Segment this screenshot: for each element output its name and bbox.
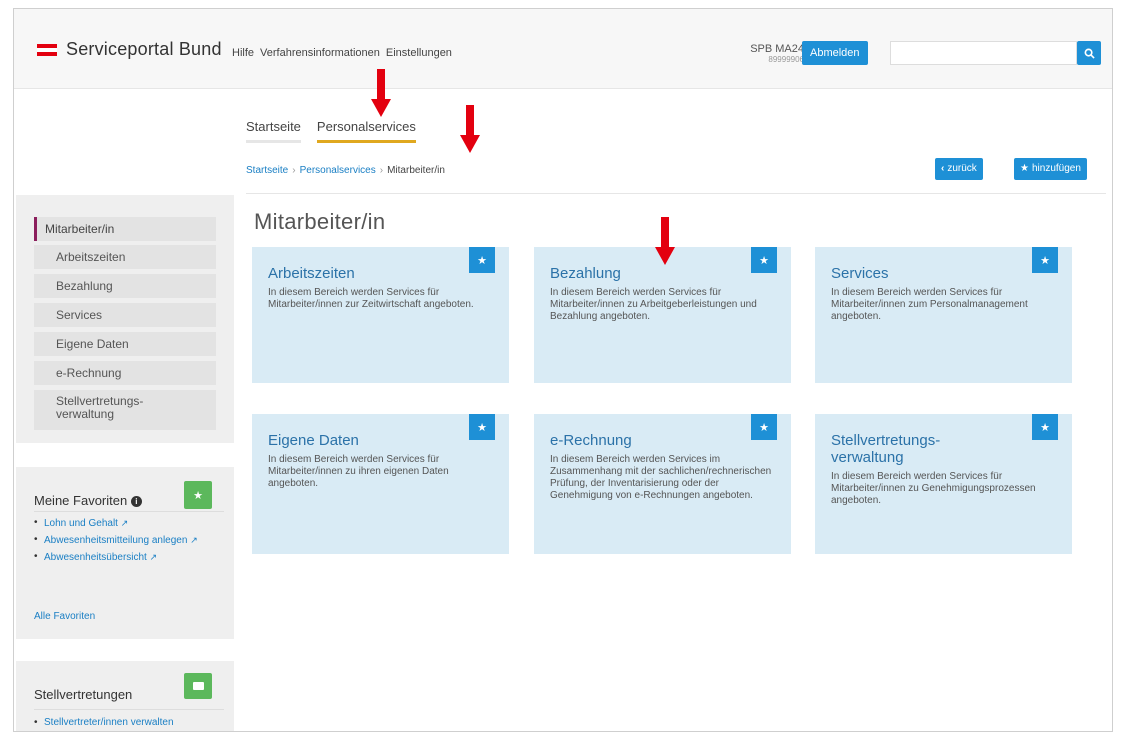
card-favorite-button[interactable]: ★ — [469, 414, 495, 440]
favorite-item[interactable]: Abwesenheitsmitteilung anlegen ↗ — [34, 534, 224, 547]
user-name: SPB MA24 — [750, 43, 804, 55]
card-e-rechnung[interactable]: ★ e-Rechnung In diesem Bereich werden Se… — [534, 414, 791, 554]
star-icon: ★ — [1020, 163, 1029, 174]
breadcrumb-personalservices[interactable]: Personalservices — [300, 165, 376, 176]
sidebar-item-e-rechnung[interactable]: e-Rechnung — [34, 361, 216, 385]
add-label: hinzufügen — [1031, 163, 1081, 174]
user-info: SPB MA24 89999906 — [726, 43, 804, 64]
nav-procedure-info[interactable]: Verfahrensinformationen — [260, 47, 380, 59]
breadcrumb-separator-icon: › — [292, 165, 296, 176]
star-icon: ★ — [477, 421, 487, 434]
card-favorite-button[interactable]: ★ — [751, 414, 777, 440]
favorites-panel: Meine Favoriten i ★ Lohn und Gehalt ↗ Ab… — [16, 467, 234, 639]
card-description: In diesem Bereich werden Services für Mi… — [268, 287, 474, 310]
card-description: In diesem Bereich werden Services im Zus… — [550, 454, 772, 501]
divider — [246, 193, 1106, 194]
back-button[interactable]: ‹ zurück — [935, 158, 983, 180]
favorites-title: Meine Favoriten i — [34, 493, 142, 508]
star-icon: ★ — [477, 254, 487, 267]
all-favorites-link[interactable]: Alle Favoriten — [34, 611, 95, 622]
star-icon: ★ — [759, 421, 769, 434]
card-description: In diesem Bereich werden Services für Mi… — [550, 287, 757, 322]
external-link-icon: ↗ — [149, 552, 158, 562]
star-icon: ★ — [759, 254, 769, 267]
favorites-list: Lohn und Gehalt ↗ Abwesenheitsmitteilung… — [34, 517, 224, 568]
favorite-item-label: Lohn und Gehalt — [44, 518, 118, 529]
tab-personalservices[interactable]: Personalservices — [316, 119, 416, 143]
breadcrumb-separator-icon: › — [379, 165, 384, 176]
card-title: Eigene Daten — [268, 432, 359, 449]
annotation-arrow-icon — [371, 69, 391, 117]
sidebar-item-bezahlung[interactable]: Bezahlung — [34, 274, 216, 298]
search-input[interactable] — [890, 41, 1077, 65]
back-label: zurück — [947, 163, 977, 174]
user-id: 89999906 — [768, 54, 804, 64]
card-favorite-button[interactable]: ★ — [751, 247, 777, 273]
favorite-item[interactable]: Lohn und Gehalt ↗ — [34, 517, 224, 530]
star-icon: ★ — [1040, 421, 1050, 434]
representations-panel: Stellvertretungen Stellvertreter/innen v… — [16, 661, 234, 731]
external-link-icon: ↗ — [190, 535, 198, 545]
sidebar-nav: Mitarbeiter/in Arbeitszeiten Bezahlung S… — [16, 195, 234, 443]
sidebar-item-stellvertretungsverwaltung[interactable]: Stellvertretungs- verwaltung — [34, 390, 216, 430]
divider — [34, 709, 224, 710]
card-bezahlung[interactable]: ★ Bezahlung In diesem Bereich werden Ser… — [534, 247, 791, 383]
logo-text: Serviceportal Bund — [66, 39, 222, 59]
breadcrumb-startseite[interactable]: Startseite — [246, 165, 288, 176]
annotation-arrow-icon — [460, 105, 480, 153]
card-services[interactable]: ★ Services In diesem Bereich werden Serv… — [815, 247, 1072, 383]
card-eigene-daten[interactable]: ★ Eigene Daten In diesem Bereich werden … — [252, 414, 509, 554]
favorite-item-label: Abwesenheitsmitteilung anlegen — [44, 535, 188, 546]
favorites-title-text: Meine Favoriten — [34, 493, 128, 508]
browser-frame: Serviceportal Bund Hilfe Verfahrensinfor… — [13, 8, 1113, 732]
card-favorite-button[interactable]: ★ — [469, 247, 495, 273]
card-description: In diesem Bereich werden Services für Mi… — [831, 471, 1036, 506]
add-favorite-button[interactable]: ★ hinzufügen — [1014, 158, 1087, 180]
austria-flag-icon — [37, 43, 57, 56]
card-description: In diesem Bereich werden Services für Mi… — [831, 287, 1028, 322]
favorite-item[interactable]: Abwesenheitsübersicht ↗ — [34, 551, 224, 564]
page-title: Mitarbeiter/in — [254, 209, 386, 234]
representations-button[interactable] — [184, 673, 212, 699]
card-title: Stellvertretungs- verwaltung — [831, 432, 941, 466]
sidebar-item-services[interactable]: Services — [34, 303, 216, 327]
representations-title: Stellvertretungen — [34, 687, 133, 702]
external-link-icon: ↗ — [120, 518, 129, 528]
top-header: Serviceportal Bund Hilfe Verfahrensinfor… — [14, 9, 1112, 89]
card-favorite-button[interactable]: ★ — [1032, 247, 1058, 273]
sidebar-item-arbeitszeiten[interactable]: Arbeitszeiten — [34, 245, 216, 269]
star-icon: ★ — [1040, 254, 1050, 267]
nav-help[interactable]: Hilfe — [232, 47, 254, 59]
tab-bar: Startseite Personalservices — [246, 119, 416, 143]
nav-settings[interactable]: Einstellungen — [386, 47, 452, 59]
breadcrumb: Startseite › Personalservices › Mitarbei… — [246, 165, 445, 176]
card-title: Arbeitszeiten — [268, 265, 355, 282]
card-arbeitszeiten[interactable]: ★ Arbeitszeiten In diesem Bereich werden… — [252, 247, 509, 383]
card-description: In diesem Bereich werden Services für Mi… — [268, 454, 449, 489]
search-button[interactable] — [1077, 41, 1101, 65]
info-icon[interactable]: i — [130, 496, 142, 508]
briefcase-icon — [192, 682, 204, 690]
top-nav: Hilfe Verfahrensinformationen Einstellun… — [232, 47, 452, 59]
logout-button[interactable]: Abmelden — [802, 41, 868, 65]
tab-startseite[interactable]: Startseite — [246, 119, 301, 143]
representation-item[interactable]: Stellvertreter/innen verwalten — [34, 717, 174, 728]
annotation-arrow-icon — [655, 217, 675, 265]
search-icon — [1084, 48, 1095, 59]
card-title: Bezahlung — [550, 265, 621, 282]
representations-list: Stellvertreter/innen verwalten — [34, 717, 174, 728]
card-stellvertretungsverwaltung[interactable]: ★ Stellvertretungs- verwaltung In diesem… — [815, 414, 1072, 554]
card-title: e-Rechnung — [550, 432, 632, 449]
sidebar-item-eigene-daten[interactable]: Eigene Daten — [34, 332, 216, 356]
card-title: Services — [831, 265, 889, 282]
divider — [34, 511, 224, 512]
logo[interactable]: Serviceportal Bund — [37, 39, 222, 60]
card-favorite-button[interactable]: ★ — [1032, 414, 1058, 440]
star-icon: ★ — [193, 489, 203, 502]
breadcrumb-current: Mitarbeiter/in — [387, 165, 445, 176]
favorite-item-label: Abwesenheitsübersicht — [44, 552, 147, 563]
chevron-left-icon: ‹ — [941, 163, 945, 174]
sidebar-item-mitarbeiter[interactable]: Mitarbeiter/in — [34, 217, 216, 241]
favorites-star-button[interactable]: ★ — [184, 481, 212, 509]
